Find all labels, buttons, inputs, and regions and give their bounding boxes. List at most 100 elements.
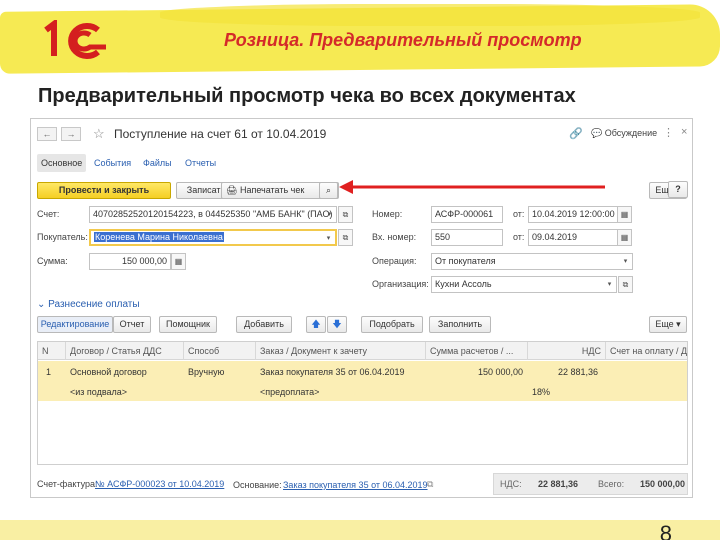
account-field[interactable]: 40702852520120154223, в 044525350 "АМБ Б… [89,206,337,223]
buyer-field[interactable]: Коренева Марина Николаевна ▾ [89,229,337,246]
sum-field[interactable]: 150 000,00 [89,253,171,270]
move-up-icon[interactable]: 🡅 [306,316,326,333]
document-title: Поступление на счет 61 от 10.04.2019 [114,127,327,141]
calculator-icon[interactable]: ▦ [171,253,186,270]
organization-value: Кухни Ассоль [435,279,492,289]
sum-label: Сумма: [37,256,68,266]
bottom-brush-stroke [0,520,720,540]
slide-subtitle: Предварительный просмотр чека во всех до… [38,85,576,107]
organization-label: Организация: [372,279,429,289]
operation-value: От покупателя [435,256,496,266]
buyer-label: Покупатель: [37,232,88,242]
table-header: N Договор / Статья ДДС Способ Заказ / До… [38,342,687,360]
preview-receipt-button[interactable]: ⌕ [319,182,338,199]
row-vat: 22 881,36 [558,367,599,377]
account-label: Счет: [37,209,60,219]
chevron-down-icon[interactable]: ▾ [619,254,632,269]
chevron-down-icon[interactable]: ▾ [603,277,616,292]
open-link-icon[interactable]: ⧉ [338,229,353,246]
chevron-down-icon[interactable]: ▾ [323,207,336,222]
invoice-link[interactable]: № АСФР-000023 от 10.04.2019 [95,479,224,489]
red-pointer-arrow [339,180,605,194]
buyer-value: Коренева Марина Николаевна [94,232,224,242]
totals-panel: НДС: 22 881,36 Всего: 150 000,00 [493,473,688,495]
tab-reports[interactable]: Отчеты [185,154,216,172]
link-icon[interactable]: 🔗 [569,127,583,140]
document-window: ← → ☆ Поступление на счет 61 от 10.04.20… [30,118,693,498]
open-link-icon[interactable]: ⧉ [618,276,633,293]
edit-mode-button[interactable]: Редактирование [37,316,113,333]
discussion-label: Обсуждение [604,128,658,138]
open-link-icon[interactable]: ⧉ [338,206,353,223]
payment-section-title: Разнесение оплаты [48,299,140,310]
number-field[interactable]: АСФР-000061 [431,206,503,223]
move-down-icon[interactable]: 🡇 [327,316,347,333]
date-from-label: от: [513,209,525,219]
in-date-from-label: от: [513,232,525,242]
organization-field[interactable]: Кухни Ассоль ▾ [431,276,617,293]
report-mode-button[interactable]: Отчет [113,316,151,333]
close-icon[interactable]: × [681,126,687,138]
in-number-label: Вх. номер: [372,232,417,242]
table-more-button[interactable]: Еще ▾ [649,316,687,333]
col-invoice[interactable]: Счет на оплату / Д [606,342,689,360]
slide-title: Розница. Предварительный просмотр [224,30,582,50]
table-row[interactable]: 1 Основной договор <из подвала> Вручную … [38,361,687,401]
tab-events[interactable]: События [94,154,131,172]
favorite-star-icon[interactable]: ☆ [93,126,105,142]
assistant-button[interactable]: Помощник [159,316,217,333]
calendar-icon[interactable]: ▦ [617,206,632,223]
printer-icon: 🖨 [226,185,238,195]
basis-link[interactable]: Заказ покупателя 35 от 06.04.2019 [283,480,428,490]
page-number: 8 [659,521,672,540]
header-brush-highlight [160,4,700,26]
chevron-down-icon[interactable]: ▾ [322,231,335,244]
number-label: Номер: [372,209,403,219]
vat-total-value: 22 881,36 [538,479,579,489]
1c-logo [44,20,106,59]
magnifier-icon: ⌕ [325,185,332,195]
forward-button[interactable]: → [61,127,81,141]
row-cash-item: <из подвала> [70,387,128,397]
basis-label: Основание: [233,480,282,490]
grand-total-label: Всего: [598,479,625,489]
row-number: 1 [46,367,52,377]
print-receipt-label: Напечатать чек [239,185,305,195]
link-icon[interactable]: ⧉ [427,479,433,490]
post-and-close-button[interactable]: Провести и закрыть [37,182,171,199]
col-method[interactable]: Способ [184,342,256,360]
operation-select[interactable]: От покупателя ▾ [431,253,633,270]
discussion-button[interactable]: 💬 Обсуждение [591,128,657,139]
payment-section-header[interactable]: ⌄ Разнесение оплаты [37,299,140,310]
calendar-icon[interactable]: ▦ [617,229,632,246]
grand-total-value: 150 000,00 [640,479,686,489]
invoice-label: Счет-фактура: [37,479,98,489]
row-vat-rate: 18% [532,387,551,397]
row-order: Заказ покупателя 35 от 06.04.2019 [260,367,405,377]
add-row-button[interactable]: Добавить [236,316,292,333]
col-vat[interactable]: НДС [528,342,606,360]
row-method: Вручную [188,367,225,377]
col-contract[interactable]: Договор / Статья ДДС [66,342,184,360]
pick-button[interactable]: Подобрать [361,316,423,333]
col-n[interactable]: N [38,342,66,360]
more-menu-icon[interactable]: ⋮ [663,126,674,139]
col-sum[interactable]: Сумма расчетов / ... [426,342,528,360]
tab-main[interactable]: Основное [37,154,87,172]
payment-table: N Договор / Статья ДДС Способ Заказ / До… [37,341,688,465]
window-titlebar: ← → ☆ Поступление на счет 61 от 10.04.20… [31,119,692,149]
vat-total-label: НДС: [500,479,522,489]
operation-label: Операция: [372,256,417,266]
row-sum: 150 000,00 [478,367,524,377]
date-field[interactable]: 10.04.2019 12:00:00 [528,206,618,223]
tab-files[interactable]: Файлы [143,154,172,172]
row-prepay: <предоплата> [260,387,320,397]
back-button[interactable]: ← [37,127,57,141]
fill-button[interactable]: Заполнить [429,316,491,333]
col-order[interactable]: Заказ / Документ к зачету [256,342,426,360]
table-more-label: Еще [655,319,674,329]
in-number-field[interactable]: 550 [431,229,503,246]
row-contract: Основной договор [70,367,147,377]
help-button[interactable]: ? [668,181,688,198]
in-date-field[interactable]: 09.04.2019 [528,229,618,246]
